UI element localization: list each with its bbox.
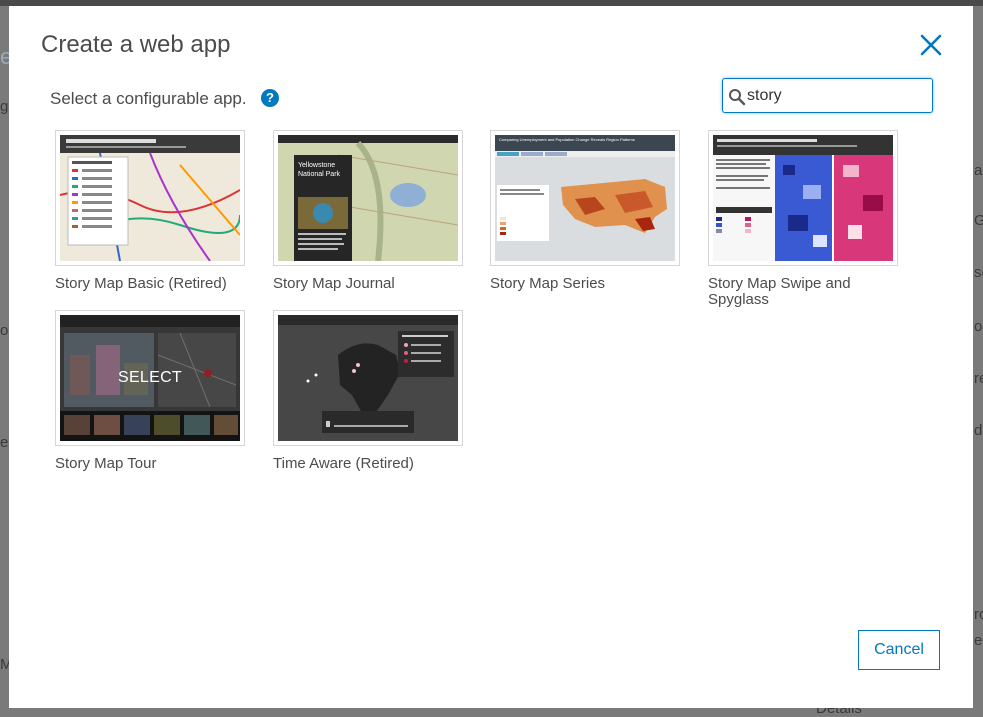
- background-text: se: [974, 264, 983, 281]
- app-card-label: Story Map Series: [490, 275, 606, 292]
- question-circle-icon[interactable]: ?: [261, 89, 279, 107]
- search-icon: [729, 89, 746, 106]
- dialog-subtitle: Select a configurable app.: [50, 89, 247, 108]
- background-text: ro: [974, 606, 983, 623]
- app-card-label: Story Map Swipe and Spyglass: [708, 275, 851, 308]
- background-text: ap: [974, 162, 983, 179]
- background-text: g: [0, 98, 9, 115]
- app-card-label: Time Aware (Retired): [273, 455, 414, 472]
- app-thumbnail[interactable]: Comparing Unemployment and Population Ch…: [490, 130, 680, 266]
- thumbnail-heading: Comparing Unemployment and Population Ch…: [499, 137, 635, 142]
- cancel-button[interactable]: Cancel: [858, 630, 940, 670]
- app-card-label: Story Map Tour: [55, 455, 157, 472]
- background-text: da: [974, 422, 983, 439]
- app-thumbnail[interactable]: [55, 130, 245, 266]
- background-text: o: [974, 318, 983, 335]
- app-card-label: Story Map Journal: [273, 275, 395, 292]
- select-overlay[interactable]: SELECT: [60, 315, 240, 441]
- search-box: [722, 78, 933, 113]
- create-web-app-dialog: Create a web app Select a configurable a…: [9, 6, 973, 708]
- background-text: e: [0, 434, 9, 451]
- app-thumbnail[interactable]: [273, 310, 463, 446]
- background-text: er: [974, 632, 983, 649]
- background-text: re: [974, 370, 983, 387]
- app-thumbnail[interactable]: Yellowstone National Park: [273, 130, 463, 266]
- dialog-title: Create a web app: [41, 31, 231, 58]
- app-thumbnail[interactable]: [708, 130, 898, 266]
- close-icon[interactable]: [919, 33, 943, 57]
- search-input[interactable]: [747, 83, 927, 109]
- app-thumbnail[interactable]: SELECT: [55, 310, 245, 446]
- background-text: Gl: [974, 212, 983, 229]
- thumbnail-heading: Yellowstone National Park: [298, 162, 341, 178]
- app-card-label: Story Map Basic (Retired): [55, 275, 227, 292]
